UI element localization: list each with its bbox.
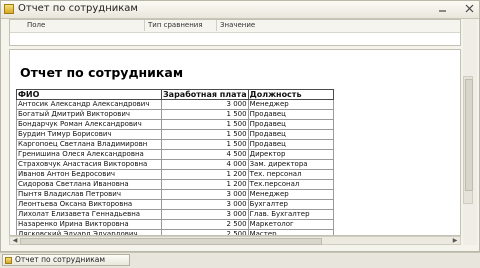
scroll-left-icon[interactable]: ◀ <box>11 237 19 244</box>
table-row[interactable]: Назаренко Ирина Викторовна 2 500 Маркетоло… <box>16 219 334 230</box>
taskbar-label: Отчет по сотрудникам <box>15 255 105 264</box>
cell-salary: 1 500 <box>161 139 249 150</box>
cell-position: Продавец <box>247 139 334 150</box>
header-salary: Заработная плата <box>161 89 249 100</box>
table-row[interactable]: Леонтьева Оксана Викторовна 3 000 Бухгалте… <box>16 199 334 210</box>
cell-fio: Пынтя Владислав Петрович <box>16 189 162 200</box>
cell-position: Продавец <box>247 109 334 120</box>
cell-position: Директор <box>247 149 334 160</box>
cell-position: Глав. Бухгалтер <box>247 209 334 220</box>
table-row[interactable]: Богатый Дмитрий Викторович 1 500 Продавец <box>16 109 334 120</box>
cell-salary: 1 500 <box>161 119 249 130</box>
cell-salary: 1 500 <box>161 129 249 140</box>
horizontal-scroll-thumb[interactable] <box>20 238 322 245</box>
table-row[interactable]: Гренишина Олеся Александровна 4 500 Директ… <box>16 149 334 160</box>
report-icon <box>4 4 14 14</box>
cell-fio: Гренишина Олеся Александровна <box>16 149 162 160</box>
vertical-scrollbar[interactable] <box>463 76 473 204</box>
cell-salary: 3 000 <box>161 99 249 110</box>
table-header-row: ФИО Заработная плата Должность <box>16 89 334 100</box>
cell-position: Зам. директора <box>247 159 334 170</box>
taskbar: Отчет по сотрудникам <box>0 252 480 268</box>
right-panel <box>463 19 477 245</box>
report-title: Отчет по сотрудникам <box>20 65 184 80</box>
table-row[interactable]: Пынтя Владислав Петрович 3 000 Менеджер <box>16 189 334 200</box>
cell-salary: 1 200 <box>161 179 249 190</box>
cell-salary: 3 000 <box>161 189 249 200</box>
cell-fio: Иванов Антон Бедросович <box>16 169 162 180</box>
taskbar-report-button[interactable]: Отчет по сотрудникам <box>2 254 130 266</box>
cell-position: Бухгалтер <box>247 199 334 210</box>
filter-col-field[interactable]: Поле <box>24 20 45 31</box>
cell-position: Менеджер <box>247 189 334 200</box>
table-row[interactable]: Антосик Александр Александрович 3 000 Мене… <box>16 99 334 110</box>
filter-panel[interactable]: Поле Тип сравнения Значение <box>9 19 461 46</box>
cell-fio: Каргопоец Светлана Владимировн <box>16 139 162 150</box>
cell-position: Продавец <box>247 119 334 130</box>
window-title: Отчет по сотрудникам <box>18 3 138 14</box>
report-icon <box>5 257 12 264</box>
cell-fio: Богатый Дмитрий Викторович <box>16 109 162 120</box>
cell-salary: 3 000 <box>161 209 249 220</box>
cell-salary: 4 000 <box>161 159 249 170</box>
cell-salary: 2 500 <box>161 219 249 230</box>
cell-fio: Назаренко Ирина Викторовна <box>16 219 162 230</box>
report-area: Отчет по сотрудникам ФИО Заработная плат… <box>9 49 461 236</box>
table-row[interactable]: Иванов Антон Бедросович 1 200 Тех. персона… <box>16 169 334 180</box>
table-row[interactable]: Лихолат Елизавета Геннадьевна 3 000 Глав. … <box>16 209 334 220</box>
cell-position: Маркетолог <box>247 219 334 230</box>
cell-fio: Антосик Александр Александрович <box>16 99 162 110</box>
filter-header: Поле Тип сравнения Значение <box>10 20 460 33</box>
cell-position: Тех.персонал <box>247 179 334 190</box>
cell-fio: Бурдин Тимур Борисович <box>16 129 162 140</box>
filter-col-comparison[interactable]: Тип сравнения <box>144 20 203 31</box>
cell-fio: Страховчук Анастасия Викторовна <box>16 159 162 170</box>
cell-salary: 3 000 <box>161 199 249 210</box>
cell-fio: Бондарчук Роман Александрович <box>16 119 162 130</box>
cell-salary: 1 500 <box>161 109 249 120</box>
table-row[interactable]: Сидорова Светлана Ивановна 1 200 Тех.персо… <box>16 179 334 190</box>
close-icon[interactable] <box>464 3 475 14</box>
cell-salary: 1 200 <box>161 169 249 180</box>
header-fio: ФИО <box>16 89 162 100</box>
scroll-right-icon[interactable]: ▶ <box>451 237 459 244</box>
header-position: Должность <box>247 89 334 100</box>
table-row[interactable]: Бурдин Тимур Борисович 1 500 Продавец <box>16 129 334 140</box>
filter-col-value[interactable]: Значение <box>216 20 255 31</box>
title-bar: Отчет по сотрудникам <box>1 1 479 19</box>
report-table: ФИО Заработная плата Должность Антосик А… <box>16 89 334 235</box>
cell-position: Менеджер <box>247 99 334 110</box>
cell-position: Продавец <box>247 129 334 140</box>
vertical-scroll-thumb[interactable] <box>465 79 473 191</box>
minimize-icon[interactable] <box>437 3 448 14</box>
report-window: Отчет по сотрудникам Поле Тип сравнения … <box>0 0 480 252</box>
cell-position: Тех. персонал <box>247 169 334 180</box>
cell-fio: Лихолат Елизавета Геннадьевна <box>16 209 162 220</box>
table-row[interactable]: Бондарчук Роман Александрович 1 500 Продав… <box>16 119 334 130</box>
table-row[interactable]: Страховчук Анастасия Викторовна 4 000 Зам.… <box>16 159 334 170</box>
horizontal-scrollbar[interactable]: ◀ ▶ <box>9 236 461 245</box>
table-row[interactable]: Каргопоец Светлана Владимировн 1 500 Прода… <box>16 139 334 150</box>
cell-salary: 4 500 <box>161 149 249 160</box>
cell-fio: Сидорова Светлана Ивановна <box>16 179 162 190</box>
cell-fio: Леонтьева Оксана Викторовна <box>16 199 162 210</box>
